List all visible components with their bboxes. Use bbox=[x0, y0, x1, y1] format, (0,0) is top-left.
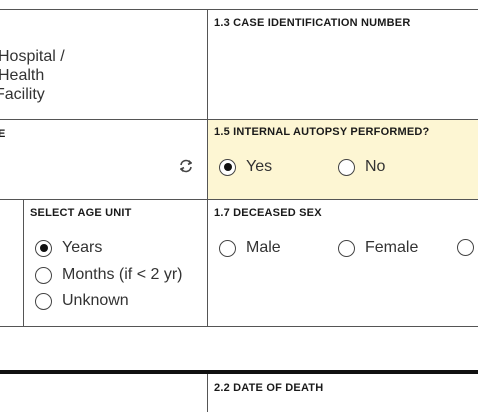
case-id-field[interactable] bbox=[214, 40, 474, 110]
radio-unselected-icon[interactable] bbox=[338, 158, 355, 176]
sex-other-radio[interactable] bbox=[457, 239, 478, 256]
row2-left-label: E bbox=[0, 128, 6, 140]
facility-type-cell: Hospital / Health Facility bbox=[0, 10, 207, 119]
date-of-death-label: 2.2 DATE OF DEATH bbox=[214, 382, 324, 394]
deceased-sex-cell: 1.7 DECEASED SEX Male Female bbox=[208, 200, 478, 326]
autopsy-no-radio[interactable]: No bbox=[338, 158, 385, 176]
radio-unselected-icon[interactable] bbox=[35, 292, 52, 310]
sex-female-radio[interactable]: Female bbox=[338, 239, 418, 257]
facility-type-line-1: Hospital / bbox=[0, 48, 65, 65]
sex-male-radio[interactable]: Male bbox=[219, 239, 281, 257]
refresh-icon[interactable] bbox=[178, 158, 194, 174]
autopsy-no-label: No bbox=[365, 158, 386, 175]
autopsy-yes-radio[interactable]: Yes bbox=[219, 158, 272, 176]
age-unit-label: SELECT AGE UNIT bbox=[30, 207, 132, 219]
age-unit-years-label: Years bbox=[62, 239, 103, 256]
radio-unselected-icon[interactable] bbox=[219, 239, 236, 257]
autopsy-yes-label: Yes bbox=[246, 158, 273, 175]
age-unit-unknown-label: Unknown bbox=[62, 292, 129, 309]
row2-left-cell: E bbox=[0, 120, 207, 199]
age-unit-cell: SELECT AGE UNIT Years Months (if < 2 yr)… bbox=[24, 200, 207, 326]
deceased-sex-label: 1.7 DECEASED SEX bbox=[214, 207, 322, 219]
autopsy-cell: 1.5 INTERNAL AUTOPSY PERFORMED? Yes No bbox=[208, 120, 478, 199]
case-id-label: 1.3 CASE IDENTIFICATION NUMBER bbox=[214, 17, 411, 29]
radio-unselected-icon[interactable] bbox=[338, 239, 355, 257]
age-unit-years-radio[interactable]: Years bbox=[35, 239, 102, 257]
radio-selected-icon[interactable] bbox=[219, 158, 236, 176]
autopsy-label: 1.5 INTERNAL AUTOPSY PERFORMED? bbox=[214, 126, 430, 138]
radio-selected-icon[interactable] bbox=[35, 239, 52, 257]
sex-female-label: Female bbox=[365, 239, 419, 256]
facility-type-line-2: Health bbox=[0, 67, 45, 84]
radio-unselected-icon[interactable] bbox=[35, 266, 52, 284]
age-unit-months-radio[interactable]: Months (if < 2 yr) bbox=[35, 266, 182, 284]
row-divider-3 bbox=[0, 326, 478, 327]
case-id-cell[interactable]: 1.3 CASE IDENTIFICATION NUMBER bbox=[208, 10, 478, 119]
facility-type-line-3: Facility bbox=[0, 86, 45, 103]
date-of-death-cell[interactable]: 2.2 DATE OF DEATH bbox=[208, 374, 478, 412]
radio-unselected-icon[interactable] bbox=[457, 239, 474, 256]
age-unit-months-label: Months (if < 2 yr) bbox=[62, 266, 183, 283]
sex-male-label: Male bbox=[246, 239, 281, 256]
age-unit-unknown-radio[interactable]: Unknown bbox=[35, 292, 129, 310]
